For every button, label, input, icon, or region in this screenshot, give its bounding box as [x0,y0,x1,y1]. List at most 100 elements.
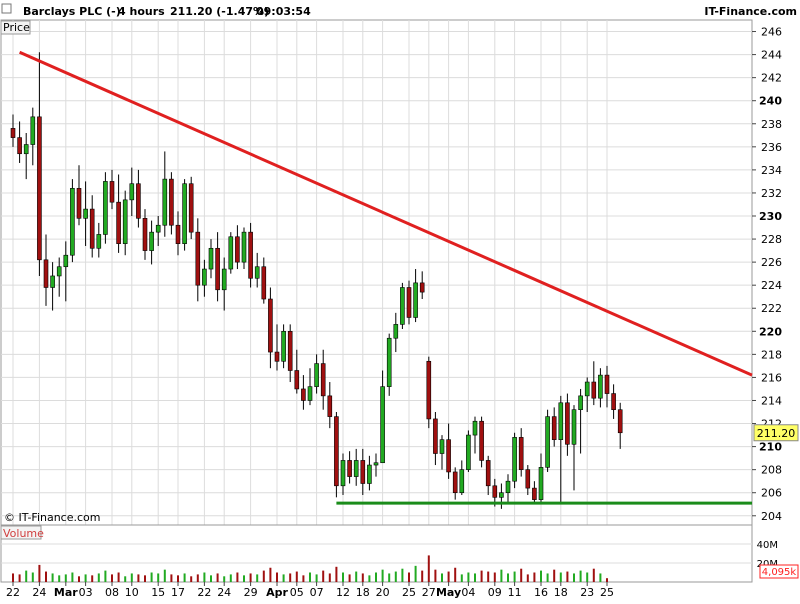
candle-body [109,181,115,203]
candle-body [565,402,570,445]
y-tick-label: 218 [761,348,782,361]
x-tick-label: May [436,586,461,599]
price-plot-frame [0,19,753,526]
y-tick-label: 226 [761,256,782,269]
candle-body [347,460,352,477]
candle-body [327,395,333,417]
y-tick-label: 246 [761,26,782,39]
y-tick-label: 216 [761,371,782,384]
candle-body [208,247,214,270]
volume-bar [381,569,384,582]
candle-body [23,144,29,155]
y-tick-label: 222 [761,302,782,315]
volume-bar [163,569,166,582]
candle-body [83,208,88,219]
candle-body [169,178,174,226]
y-tick-label: 228 [761,233,782,246]
volume-bar [414,565,417,582]
volume-bar [553,569,556,582]
candle-body [320,363,326,397]
volume-bar [150,572,153,582]
x-tick-label: 23 [580,586,594,599]
candle-body [37,116,42,261]
volume-bar [586,572,589,582]
candle-body [373,462,379,466]
volume-bar [487,571,490,582]
candle-body [584,381,590,397]
candle-body [63,254,69,268]
y-tick-label: 238 [761,118,782,131]
volume-bar [447,571,450,582]
volume-bar [249,573,252,582]
x-tick-label: 27 [422,586,436,599]
x-tick-label: 24 [217,586,231,599]
volume-bar [592,568,595,582]
volume-bar [38,564,41,582]
volume-bar [533,572,536,582]
volume-bar [500,569,503,582]
volume-bar [335,566,338,582]
volume-bar [177,575,179,582]
x-tick-label: 12 [336,586,350,599]
volume-panel-label: Volume [3,527,44,540]
volume-bar [216,573,219,582]
candle-body [532,487,537,500]
volume-bar [302,575,305,582]
candle-body [76,188,82,219]
volume-tick-label: 40M [757,540,778,551]
candle-body [241,231,247,263]
volume-bar [421,570,424,582]
volume-bar [566,571,569,582]
volume-bar [45,571,47,582]
candle-body [406,287,412,318]
candle-body [17,137,22,155]
x-tick-label: 17 [171,586,185,599]
volume-bar [289,573,292,582]
candle-body [538,467,544,500]
volume-bar [130,573,133,582]
y-tick-label: 220 [759,325,782,338]
volume-bar [507,573,509,582]
watermark: © IT-Finance.com [4,511,101,524]
candle-body [10,128,16,138]
volume-bar [18,574,21,582]
header-timeframe: 4 hours [118,5,165,18]
candle-body [485,460,491,487]
last-volume-label: 4,095k [762,567,797,578]
candle-body [136,183,141,219]
volume-bar [25,570,28,582]
volume-bar [388,573,391,582]
candle-body [103,181,108,235]
candle-body [116,201,121,244]
candle-body [386,337,392,387]
candle-body [433,418,438,454]
x-tick-label: 11 [508,586,522,599]
volume-bar [520,568,523,582]
volume-bar [460,574,463,582]
candle-body [459,469,465,494]
candle-body [479,420,484,461]
candle-body [340,460,346,487]
y-tick-label: 244 [761,49,782,62]
candle-body [492,485,498,498]
y-tick-label: 230 [759,210,782,223]
candle-body [466,434,471,470]
x-tick-label: 16 [534,586,548,599]
volume-bar [408,572,410,582]
volume-bar [137,574,140,582]
candle-body [221,268,227,291]
volume-bar [170,574,173,582]
candle-body [202,268,207,286]
candle-body [367,464,372,484]
volume-bar [295,571,298,582]
candle-body [558,402,564,440]
candle-body [505,480,511,494]
volume-bar [262,570,265,582]
header-time: 09:03:54 [256,5,311,18]
x-tick-label: 29 [244,586,258,599]
candle-body [611,393,616,411]
candle-body [281,331,286,362]
volume-bar [579,570,582,582]
header-box-icon [1,3,12,14]
candle-body [215,247,220,291]
